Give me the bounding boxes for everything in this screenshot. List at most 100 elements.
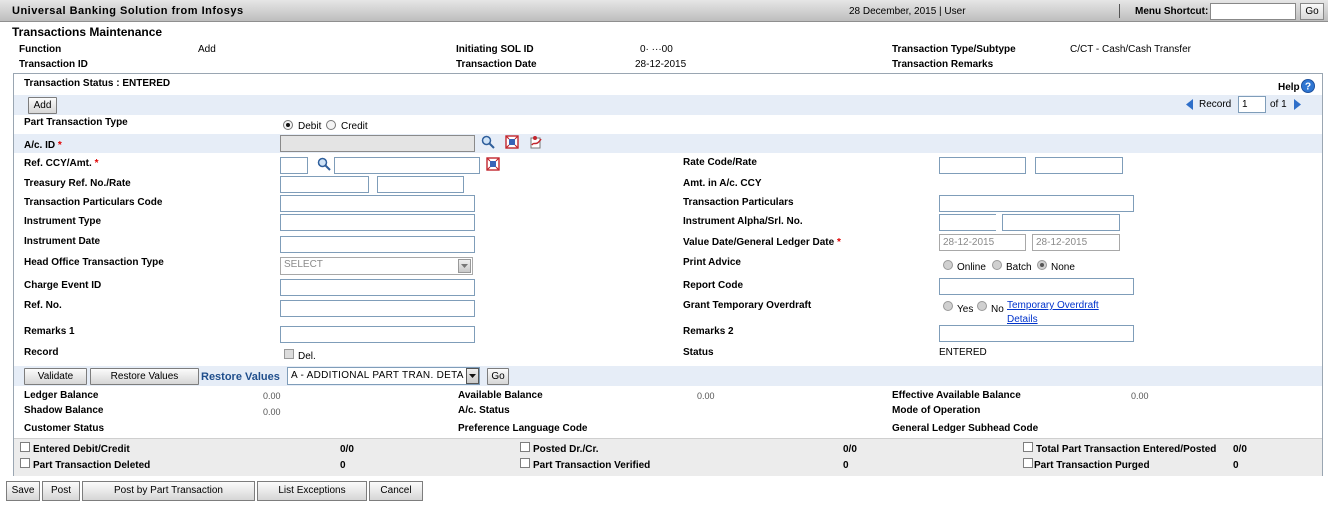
record-total: of 1 — [1270, 99, 1287, 110]
remarks2-label: Remarks 2 — [683, 326, 734, 337]
transaction-date-label: Transaction Date — [456, 59, 537, 70]
gl-date-input[interactable] — [1032, 234, 1120, 251]
save-button[interactable]: Save — [6, 481, 40, 501]
ho-tran-type-label: Head Office Transaction Type — [24, 257, 164, 268]
app-title: Universal Banking Solution from Infosys — [12, 5, 244, 17]
remarks1-label: Remarks 1 — [24, 326, 75, 337]
function-value: Add — [198, 44, 216, 55]
validate-button[interactable]: Validate — [24, 368, 87, 385]
purged-checkbox[interactable] — [1023, 458, 1033, 468]
tran-particulars-code-label: Transaction Particulars Code — [24, 197, 163, 208]
report-code-label: Report Code — [683, 280, 743, 291]
available-balance-label: Available Balance — [458, 390, 543, 401]
previous-record-icon[interactable] — [1185, 99, 1194, 110]
effective-balance-label: Effective Available Balance — [892, 390, 1021, 401]
top-bar: Universal Banking Solution from Infosys … — [0, 0, 1328, 22]
ho-tran-type-select[interactable]: SELECT — [280, 257, 473, 275]
list-exceptions-button[interactable]: List Exceptions — [257, 481, 367, 501]
effective-balance-value: 0.00 — [1131, 391, 1149, 401]
verified-value: 0 — [843, 460, 849, 471]
dropdown-arrow-icon[interactable] — [458, 259, 471, 273]
instrument-serial-input[interactable] — [1002, 214, 1120, 231]
print-advice-label: Print Advice — [683, 257, 741, 268]
instrument-alpha-label: Instrument Alpha/Srl. No. — [683, 216, 803, 227]
verified-checkbox[interactable] — [520, 458, 530, 468]
ref-ccy-input[interactable] — [280, 157, 308, 174]
details-go-button[interactable]: Go — [487, 368, 509, 385]
od-yes-radio[interactable] — [943, 301, 953, 311]
tran-particulars-code-input[interactable] — [280, 195, 475, 212]
print-online-label: Online — [957, 262, 986, 273]
ref-amount-input[interactable] — [334, 157, 480, 174]
status-value: ENTERED — [939, 347, 987, 358]
treasury-ref-input[interactable] — [280, 176, 369, 193]
customer-status-label: Customer Status — [24, 423, 105, 434]
initiating-sol-label: Initiating SOL ID — [456, 44, 534, 55]
type-subtype-value: C/CT - Cash/Cash Transfer — [1070, 44, 1191, 55]
search-icon[interactable] — [481, 135, 495, 149]
help-icon[interactable]: ? — [1301, 79, 1315, 93]
report-code-input[interactable] — [939, 278, 1134, 295]
menu-go-button[interactable]: Go — [1300, 3, 1324, 20]
ref-no-input[interactable] — [280, 300, 475, 317]
rate-input[interactable] — [1035, 157, 1123, 174]
transaction-id-label: Transaction ID — [19, 59, 88, 70]
temporary-overdraft-link[interactable]: Temporary Overdraft — [1007, 300, 1099, 311]
rate-code-label: Rate Code/Rate — [683, 157, 757, 168]
cancel-button[interactable]: Cancel — [369, 481, 423, 501]
instrument-alpha-input[interactable] — [939, 214, 996, 231]
record-label: Record — [1199, 99, 1232, 110]
amt-ac-ccy-label: Amt. in A/c. CCY — [683, 178, 762, 189]
credit-label: Credit — [341, 121, 368, 132]
transaction-status: Transaction Status : ENTERED — [24, 78, 171, 89]
menu-shortcut-input[interactable] — [1210, 3, 1296, 20]
deleted-value: 0 — [340, 460, 346, 471]
account-status-label: A/c. Status — [458, 405, 510, 416]
signature-icon[interactable] — [529, 135, 543, 149]
account-id-input[interactable] — [280, 135, 475, 152]
page-title: Transactions Maintenance — [12, 25, 163, 39]
account-details-icon[interactable] — [505, 135, 519, 149]
record-number-input[interactable] — [1238, 96, 1266, 113]
od-yes-label: Yes — [957, 304, 974, 315]
mode-of-operation-label: Mode of Operation — [892, 405, 981, 416]
entered-label: Entered Debit/Credit — [33, 444, 130, 455]
shadow-balance-label: Shadow Balance — [24, 405, 104, 416]
ccy-search-icon[interactable] — [317, 157, 331, 171]
print-batch-radio[interactable] — [992, 260, 1002, 270]
ho-tran-type-value: SELECT — [284, 259, 323, 270]
entered-checkbox[interactable] — [20, 442, 30, 452]
value-date-input[interactable] — [939, 234, 1026, 251]
additional-details-select[interactable]: A - ADDITIONAL PART TRAN. DETA — [287, 367, 480, 385]
debit-radio[interactable] — [283, 120, 293, 130]
instrument-date-input[interactable] — [280, 236, 475, 253]
instrument-type-input[interactable] — [280, 214, 475, 231]
print-none-radio[interactable] — [1037, 260, 1047, 270]
next-record-icon[interactable] — [1293, 99, 1302, 110]
print-online-radio[interactable] — [943, 260, 953, 270]
rate-code-input[interactable] — [939, 157, 1026, 174]
deleted-checkbox[interactable] — [20, 458, 30, 468]
select-arrow-icon[interactable] — [466, 368, 479, 384]
ref-no-label: Ref. No. — [24, 300, 62, 311]
treasury-rate-input[interactable] — [377, 176, 464, 193]
credit-radio[interactable] — [326, 120, 336, 130]
charge-event-input[interactable] — [280, 279, 475, 296]
restore-values-button[interactable]: Restore Values — [90, 368, 199, 385]
part-tran-type-label: Part Transaction Type — [24, 117, 128, 128]
gl-subhead-label: General Ledger Subhead Code — [892, 423, 1039, 434]
add-button[interactable]: Add — [28, 97, 57, 114]
remarks1-input[interactable] — [280, 326, 475, 343]
help-label[interactable]: Help — [1278, 82, 1300, 93]
remarks2-input[interactable] — [939, 325, 1134, 342]
od-no-radio[interactable] — [977, 301, 987, 311]
delete-checkbox[interactable] — [284, 349, 294, 359]
temporary-overdraft-details-link[interactable]: Details — [1007, 314, 1038, 325]
posted-checkbox[interactable] — [520, 442, 530, 452]
debit-label: Debit — [298, 121, 322, 132]
total-checkbox[interactable] — [1023, 442, 1033, 452]
post-by-part-button[interactable]: Post by Part Transaction — [82, 481, 255, 501]
post-button[interactable]: Post — [42, 481, 80, 501]
tran-particulars-input[interactable] — [939, 195, 1134, 212]
amount-details-icon[interactable] — [486, 157, 500, 171]
